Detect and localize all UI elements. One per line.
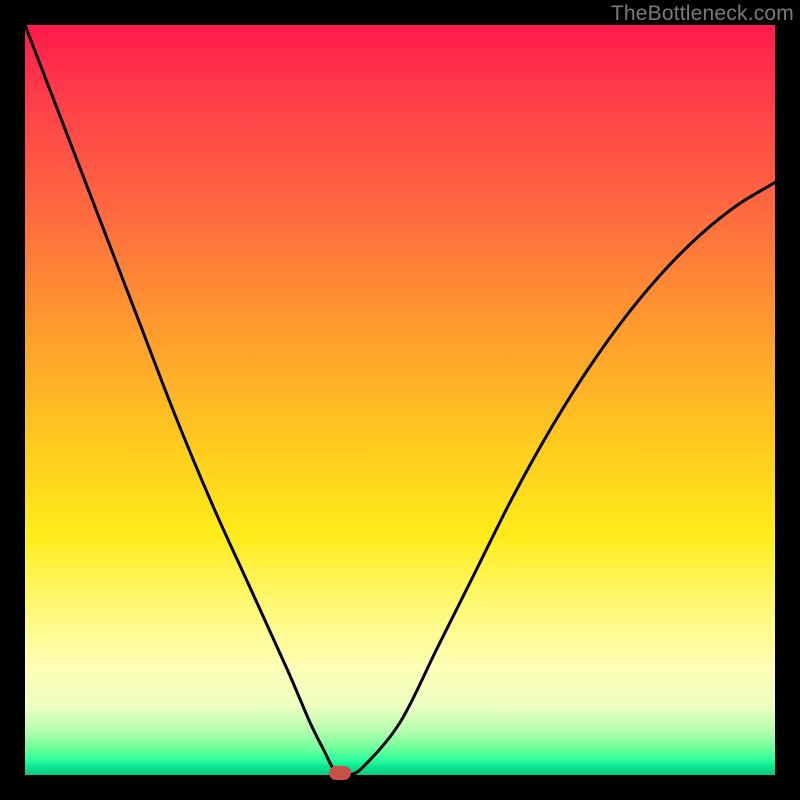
outer-frame: TheBottleneck.com xyxy=(0,0,800,800)
curve-path xyxy=(25,25,775,776)
plot-area xyxy=(25,25,775,775)
bottleneck-curve xyxy=(25,25,775,775)
minimum-marker xyxy=(329,766,351,780)
watermark-text: TheBottleneck.com xyxy=(611,2,794,26)
